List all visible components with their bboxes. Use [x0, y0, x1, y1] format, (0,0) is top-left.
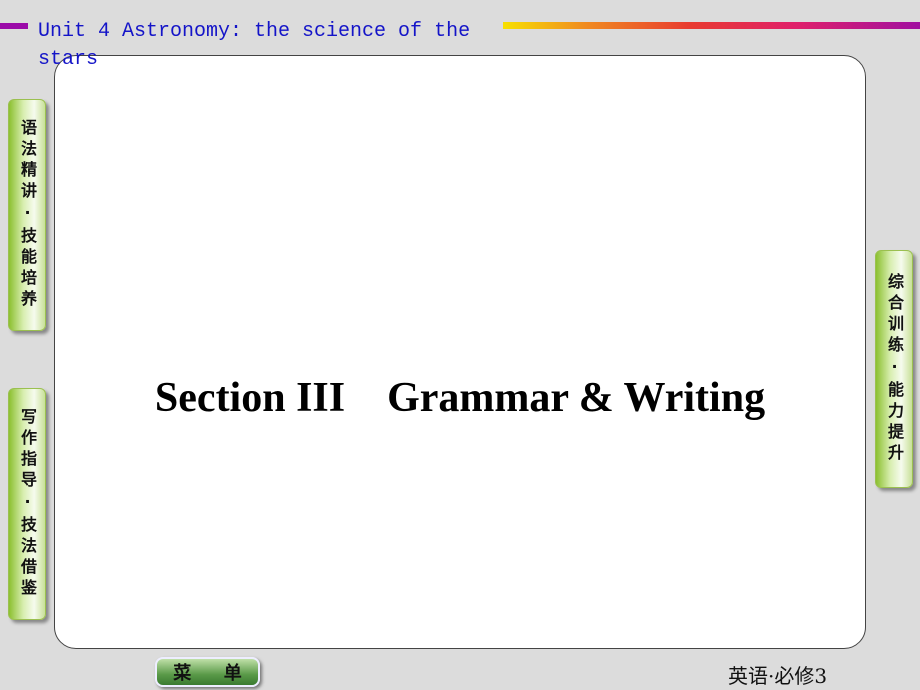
header-accent-gradient [503, 22, 920, 29]
content-panel: Section III Grammar & Writing [54, 55, 866, 649]
header-accent-left [0, 23, 28, 29]
unit-title: Unit 4 Astronomy: the science of the sta… [38, 20, 471, 71]
nav-grammar-tab[interactable]: 语法精讲·技能培养 [8, 99, 46, 331]
book-label: 英语·必修3 [728, 664, 828, 688]
menu-char: 单 [223, 663, 242, 684]
menu-char: 菜 [173, 663, 192, 684]
nav-writing-tab[interactable]: 写作指导·技法借鉴 [8, 388, 46, 620]
nav-practice-tab[interactable]: 综合训练·能力提升 [875, 250, 913, 488]
menu-button[interactable]: 菜 单 [155, 657, 260, 687]
section-heading: Section III Grammar & Writing [154, 375, 766, 421]
